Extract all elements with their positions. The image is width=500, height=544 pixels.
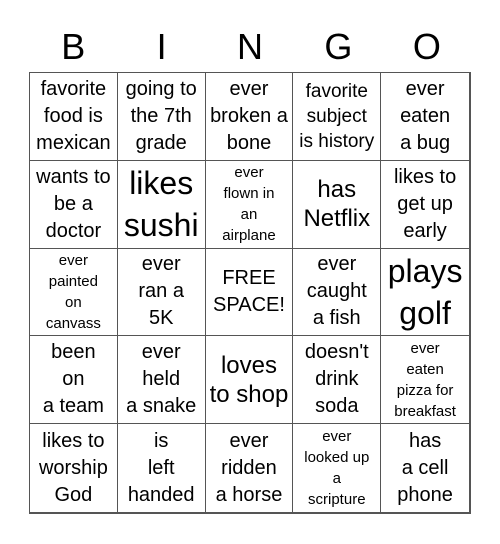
header-letter-i: I [156,26,167,67]
header-letter-o: O [412,26,441,67]
bingo-cell[interactable]: ever looked up a scripture [293,424,382,512]
free-space-cell[interactable]: FREE SPACE! [205,248,294,337]
cell-text: doesn't drink soda [304,341,369,418]
bingo-cell[interactable]: ever eaten pizza for breakfast [381,336,469,425]
cell-text: likes to worship God [38,429,108,506]
cell-text: wants to be a doctor [36,165,111,242]
header-letter-g: G [324,26,353,67]
free-space-text: FREE SPACE! [213,266,285,316]
bingo-header: B I N G O [29,22,471,72]
bingo-cell[interactable]: likes sushi [117,160,206,249]
bingo-cell[interactable]: wants to be a doctor [30,160,118,249]
cell-text: ever ran a 5K [138,253,184,330]
cell-text: ever ridden a horse [215,429,283,506]
header-letter-n: N [237,26,264,67]
cell-text: likes to get up early [393,165,457,242]
bingo-cell[interactable]: ever ridden a horse [206,424,294,512]
bingo-cell[interactable]: favorite subject is history [293,73,382,161]
cell-text: ever caught a fish [306,253,367,330]
bingo-cell[interactable]: ever held a snake [117,336,206,425]
cell-text: is left handed [127,429,195,506]
bingo-cell[interactable]: ever painted on canvass [30,248,118,337]
cell-text: ever painted on canvass [45,251,101,332]
cell-text: has a cell phone [397,429,453,506]
bingo-cell[interactable]: loves to shop [205,336,294,425]
cell-text: ever looked up a scripture [304,428,370,509]
bingo-cell[interactable]: been on a team [30,336,118,425]
bingo-cell[interactable]: is left handed [118,424,206,512]
cell-text: ever held a snake [126,341,197,418]
bingo-cell[interactable]: ever caught a fish [293,248,382,337]
bingo-cell[interactable]: favorite food is mexican [30,73,118,161]
bingo-cell[interactable]: has Netflix [293,160,382,249]
cell-text: has Netflix [303,176,371,233]
bingo-cell[interactable]: ever eaten a bug [381,73,469,161]
bingo-cell[interactable]: going to the 7th grade [117,73,206,161]
bingo-cell[interactable]: ever flown in an airplane [205,160,294,249]
cell-text: favorite subject is history [299,80,375,152]
bingo-cell[interactable]: likes to get up early [381,161,469,249]
bingo-cell[interactable]: ever broken a bone [205,73,294,161]
bingo-cell[interactable]: ever ran a 5K [117,248,206,337]
bingo-cell[interactable]: likes to worship God [30,424,118,512]
cell-text: loves to shop [209,351,289,408]
bingo-cell[interactable]: plays golf [381,249,469,337]
cell-text: been on a team [42,341,104,418]
cell-text: plays golf [387,252,463,331]
bingo-card-grid: favorite food is mexican going to the 7t… [29,72,471,514]
cell-text: ever flown in an airplane [222,164,276,245]
cell-text: ever eaten pizza for breakfast [394,339,456,420]
bingo-cell[interactable]: has a cell phone [381,424,469,512]
cell-text: ever eaten a bug [400,77,451,154]
cell-text: likes sushi [123,165,199,244]
header-letter-b: B [61,26,86,67]
cell-text: going to the 7th grade [125,77,197,154]
cell-text: favorite food is mexican [36,77,111,154]
cell-text: ever broken a bone [210,77,288,154]
bingo-cell[interactable]: doesn't drink soda [293,336,382,425]
